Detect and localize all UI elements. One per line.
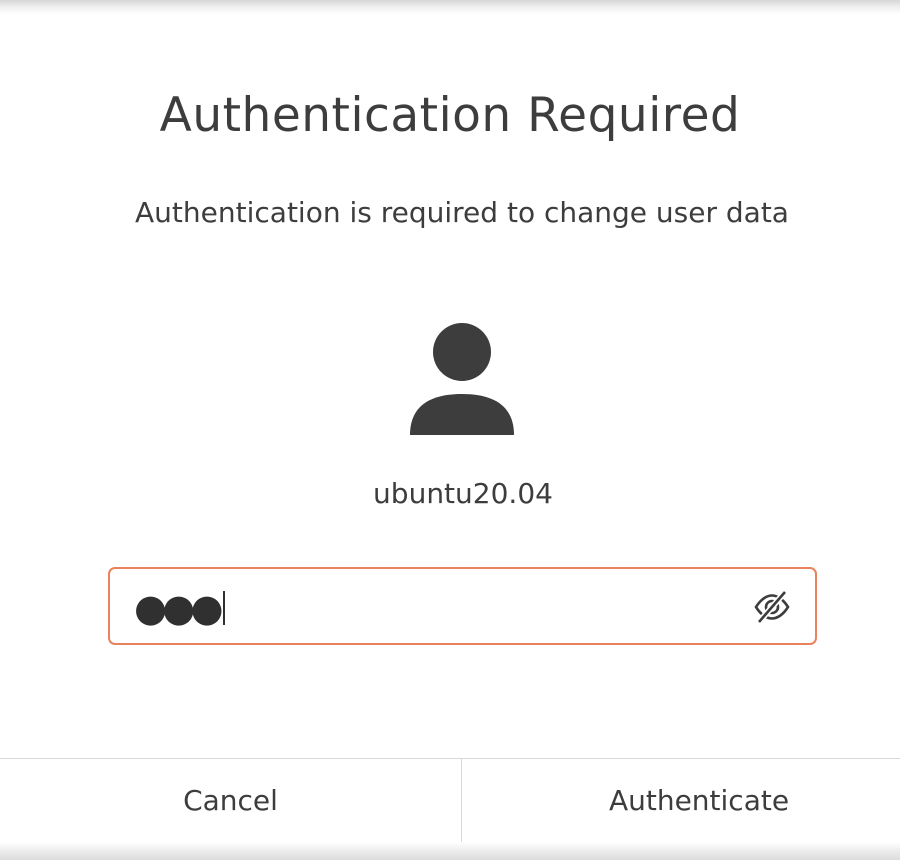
dialog-top-edge	[0, 0, 900, 14]
authenticate-button[interactable]: Authenticate	[462, 759, 900, 842]
cancel-button[interactable]: Cancel	[0, 759, 462, 842]
password-input[interactable]: ●●●	[108, 567, 817, 645]
authentication-dialog: Authentication Required Authentication i…	[0, 0, 900, 860]
dialog-message: Authentication is required to change use…	[135, 196, 789, 229]
dialog-title: Authentication Required	[159, 88, 741, 143]
text-cursor	[223, 591, 225, 625]
show-password-toggle[interactable]	[752, 589, 792, 625]
password-masked-value: ●●●	[134, 586, 224, 630]
dialog-button-row: Cancel Authenticate	[0, 758, 900, 842]
dialog-bottom-edge	[0, 842, 900, 860]
user-avatar-icon	[410, 323, 514, 435]
eye-slash-icon	[754, 590, 790, 624]
username-label: ubuntu20.04	[373, 477, 553, 510]
